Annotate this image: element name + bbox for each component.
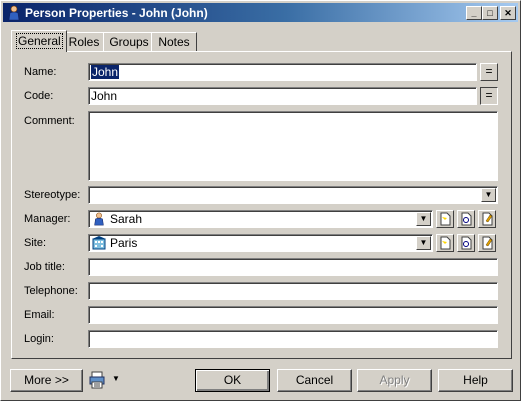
new-document-icon <box>440 212 451 226</box>
site-select[interactable]: Paris ▼ <box>88 234 433 252</box>
print-icon <box>89 371 105 389</box>
window-title: Person Properties - John (John) <box>25 6 208 20</box>
person-icon <box>94 212 104 226</box>
more-button[interactable]: More >> <box>10 369 83 392</box>
manager-dropdown-button[interactable]: ▼ <box>416 212 431 226</box>
email-label: Email: <box>24 309 55 321</box>
tab-groups[interactable]: Groups <box>103 32 155 51</box>
person-icon <box>8 5 20 21</box>
site-dropdown-button[interactable]: ▼ <box>416 236 431 250</box>
manager-select-button[interactable] <box>457 210 475 228</box>
close-icon: ✕ <box>504 8 512 18</box>
chevron-down-icon: ▼ <box>419 238 428 247</box>
name-value: John <box>91 65 120 79</box>
select-object-icon <box>461 236 472 250</box>
code-equal-button[interactable]: = <box>480 87 498 105</box>
properties-icon <box>482 236 493 250</box>
telephone-field[interactable] <box>88 282 498 300</box>
manager-select[interactable]: Sarah ▼ <box>88 210 433 228</box>
tab-notes[interactable]: Notes <box>151 32 197 51</box>
close-button[interactable]: ✕ <box>500 6 516 20</box>
code-field[interactable]: John <box>88 87 477 105</box>
help-button[interactable]: Help <box>438 369 513 392</box>
apply-button[interactable]: Apply <box>357 369 432 392</box>
site-select-button[interactable] <box>457 234 475 252</box>
print-menu-button[interactable]: ▼ <box>89 371 125 391</box>
code-label: Code: <box>24 90 54 102</box>
new-document-icon <box>440 236 451 250</box>
manager-create-button[interactable] <box>436 210 454 228</box>
tab-roles[interactable]: Roles <box>61 32 107 51</box>
login-field[interactable] <box>88 330 498 348</box>
job-title-field[interactable] <box>88 258 498 276</box>
tab-general[interactable]: General <box>11 30 67 52</box>
name-field[interactable]: John <box>88 63 477 81</box>
email-field[interactable] <box>88 306 498 324</box>
name-equal-button[interactable]: = <box>480 63 498 81</box>
chevron-down-icon: ▼ <box>484 190 493 199</box>
site-create-button[interactable] <box>436 234 454 252</box>
stereotype-dropdown-button[interactable]: ▼ <box>481 188 496 202</box>
name-label: Name: <box>24 66 57 78</box>
building-icon <box>92 236 106 250</box>
manager-label: Manager: <box>24 213 71 225</box>
manager-value: Sarah <box>110 212 143 226</box>
comment-label: Comment: <box>24 115 75 127</box>
title-bar[interactable]: Person Properties - John (John) _ □ ✕ <box>3 3 518 22</box>
select-object-icon <box>461 212 472 226</box>
minimize-button[interactable]: _ <box>466 6 482 20</box>
site-value: Paris <box>110 236 138 250</box>
login-label: Login: <box>24 333 54 345</box>
manager-properties-button[interactable] <box>478 210 496 228</box>
maximize-button[interactable]: □ <box>482 6 498 20</box>
telephone-label: Telephone: <box>24 285 78 297</box>
stereotype-select[interactable]: ▼ <box>88 186 498 204</box>
cancel-button[interactable]: Cancel <box>277 369 352 392</box>
maximize-icon: □ <box>487 8 493 18</box>
chevron-down-icon: ▼ <box>419 214 428 223</box>
minimize-icon: _ <box>471 8 477 18</box>
properties-icon <box>482 212 493 226</box>
ok-button[interactable]: OK <box>195 369 270 392</box>
comment-textarea[interactable] <box>88 111 498 181</box>
stereotype-label: Stereotype: <box>24 189 81 201</box>
chevron-down-icon: ▼ <box>112 374 120 383</box>
person-properties-dialog: Person Properties - John (John) _ □ ✕ Ge… <box>0 0 521 401</box>
site-properties-button[interactable] <box>478 234 496 252</box>
job-title-label: Job title: <box>24 261 65 273</box>
site-label: Site: <box>24 237 47 249</box>
